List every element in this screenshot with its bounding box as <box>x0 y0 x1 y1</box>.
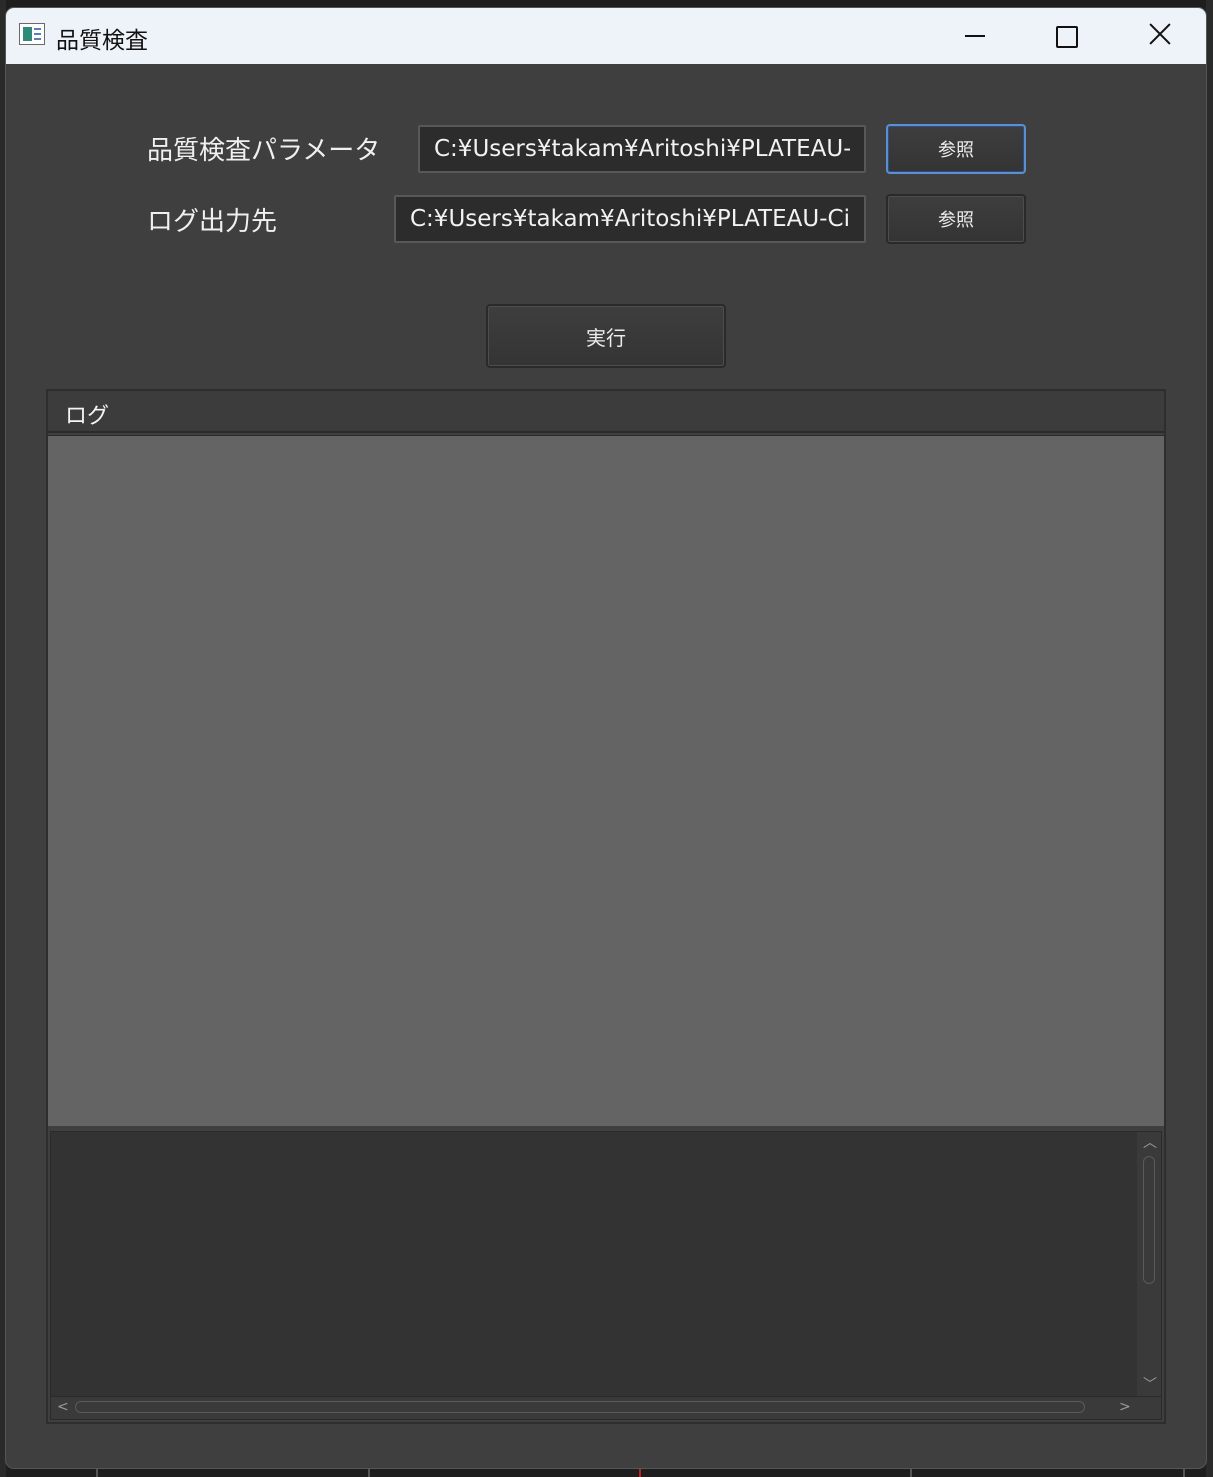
minimize-icon <box>965 35 985 37</box>
close-icon <box>1148 22 1172 46</box>
maximize-icon <box>1056 26 1078 48</box>
log-header: ログ <box>48 391 1164 433</box>
window-title: 品質検査 <box>56 28 148 54</box>
params-browse-button[interactable]: 参照 <box>886 124 1026 174</box>
log-dest-label: ログ出力先 <box>147 207 278 237</box>
params-path-field[interactable] <box>418 125 866 173</box>
desktop-background-right <box>1206 0 1213 1477</box>
vertical-scroll-thumb[interactable] <box>1143 1156 1155 1284</box>
log-dest-path-field[interactable] <box>394 195 866 243</box>
run-button[interactable]: 実行 <box>486 304 726 368</box>
log-dest-browse-button[interactable]: 参照 <box>886 194 1026 244</box>
log-output-textarea[interactable]: ︿ ﹀ < > <box>50 1131 1162 1420</box>
log-display-area <box>48 435 1164 1126</box>
horizontal-scrollbar[interactable]: < > <box>51 1396 1161 1419</box>
app-icon <box>19 23 45 45</box>
log-header-title: ログ <box>65 404 110 429</box>
log-panel: ログ ︿ ﹀ < > <box>46 389 1166 1424</box>
scroll-up-icon[interactable]: ︿ <box>1143 1136 1157 1150</box>
horizontal-scroll-thumb[interactable] <box>75 1401 1085 1413</box>
maximize-button[interactable] <box>1020 8 1112 64</box>
scroll-down-icon[interactable]: ﹀ <box>1143 1378 1157 1392</box>
minimize-button[interactable] <box>928 8 1020 64</box>
quality-check-window: 品質検査 品質検査パラメータ 参照 ログ出力先 参照 実行 ログ ︿ ﹀ <box>6 8 1206 1468</box>
close-button[interactable] <box>1112 8 1204 64</box>
scroll-left-icon[interactable]: < <box>57 1400 69 1414</box>
title-bar[interactable]: 品質検査 <box>6 8 1206 64</box>
params-label: 品質検査パラメータ <box>147 136 381 166</box>
vertical-scrollbar[interactable]: ︿ ﹀ <box>1137 1132 1161 1397</box>
scroll-right-icon[interactable]: > <box>1119 1400 1131 1414</box>
